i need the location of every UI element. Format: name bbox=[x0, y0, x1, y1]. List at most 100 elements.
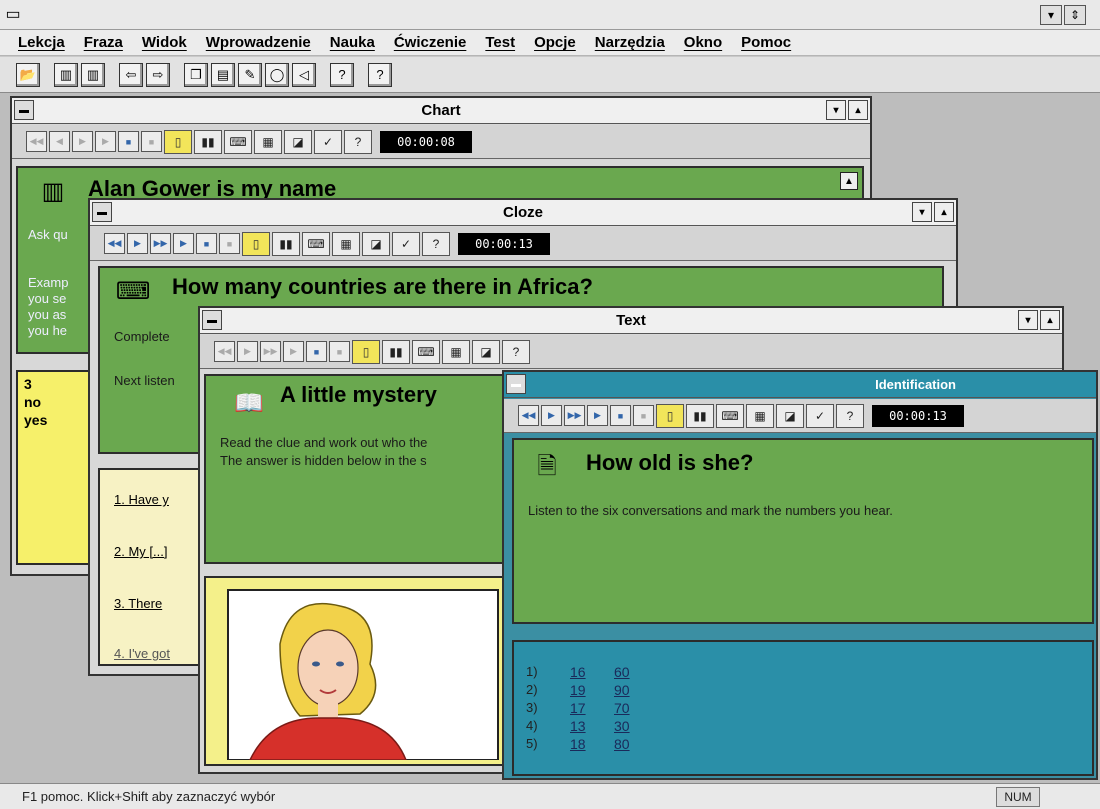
check-icon[interactable]: ✓ bbox=[314, 129, 342, 154]
play-icon[interactable]: ▶ bbox=[283, 341, 304, 362]
hint-icon[interactable]: ? bbox=[422, 231, 450, 256]
menu-widok[interactable]: Widok bbox=[142, 34, 187, 51]
split-icon[interactable]: ▮▮ bbox=[272, 231, 300, 256]
number-option-30[interactable]: 30 bbox=[614, 718, 630, 734]
next-icon[interactable]: ▶▶ bbox=[260, 341, 281, 362]
play-icon[interactable]: ▶ bbox=[173, 233, 194, 254]
number-option-80[interactable]: 80 bbox=[614, 736, 630, 752]
system-menu-icon[interactable]: ▭ bbox=[2, 4, 24, 24]
stop-icon[interactable]: ■ bbox=[306, 341, 327, 362]
book-icon[interactable]: ▥ bbox=[54, 62, 78, 87]
minimize-button[interactable]: ▾ bbox=[1040, 5, 1062, 25]
rewind-icon[interactable]: ◀◀ bbox=[26, 131, 47, 152]
book-open-icon[interactable]: ▥ bbox=[81, 62, 105, 87]
grid-icon[interactable]: ▦ bbox=[332, 231, 360, 256]
pause-icon[interactable]: ■ bbox=[141, 131, 162, 152]
restore-button[interactable]: ⇕ bbox=[1064, 5, 1086, 25]
grid-icon[interactable]: ▦ bbox=[442, 339, 470, 364]
next-icon[interactable]: ▶▶ bbox=[564, 405, 585, 426]
notes-icon[interactable]: ▤ bbox=[211, 62, 235, 87]
text-minimize-button[interactable]: ▾ bbox=[1018, 310, 1038, 330]
menu-nauka[interactable]: Nauka bbox=[330, 34, 375, 51]
back-icon[interactable]: ⇦ bbox=[119, 62, 143, 87]
pause-icon[interactable]: ■ bbox=[329, 341, 350, 362]
next-icon[interactable]: ▶▶ bbox=[150, 233, 171, 254]
cloze-item-2[interactable]: 2. My [...] bbox=[114, 544, 167, 559]
number-option-90[interactable]: 90 bbox=[614, 682, 630, 698]
eraser-icon[interactable]: ◪ bbox=[362, 231, 390, 256]
prev-icon[interactable]: ▶ bbox=[127, 233, 148, 254]
cloze-item-4[interactable]: 4. I've got bbox=[114, 646, 170, 661]
text-system-icon[interactable]: ▬ bbox=[202, 310, 222, 330]
menu-opcje[interactable]: Opcje bbox=[534, 34, 576, 51]
speaker-icon[interactable]: ◁ bbox=[292, 62, 316, 87]
copy-icon[interactable]: ❐ bbox=[184, 62, 208, 87]
panel-icon[interactable]: ▯ bbox=[656, 403, 684, 428]
eraser-icon[interactable]: ◪ bbox=[284, 129, 312, 154]
rewind-icon[interactable]: ◀◀ bbox=[104, 233, 125, 254]
play-icon[interactable]: ▶ bbox=[95, 131, 116, 152]
rewind-icon[interactable]: ◀◀ bbox=[518, 405, 539, 426]
eraser-icon[interactable]: ◪ bbox=[472, 339, 500, 364]
next-icon[interactable]: ▶ bbox=[72, 131, 93, 152]
open-folder-icon[interactable]: 📂 bbox=[16, 62, 40, 87]
pen-icon[interactable]: ✎ bbox=[238, 62, 262, 87]
menu-narzedzia[interactable]: Narzędzia bbox=[595, 34, 665, 51]
split-icon[interactable]: ▮▮ bbox=[194, 129, 222, 154]
pause-icon[interactable]: ■ bbox=[633, 405, 654, 426]
check-icon[interactable]: ✓ bbox=[392, 231, 420, 256]
menu-cwiczenie[interactable]: Ćwiczenie bbox=[394, 34, 467, 51]
pause-icon[interactable]: ■ bbox=[219, 233, 240, 254]
prev-icon[interactable]: ▶ bbox=[541, 405, 562, 426]
chart-maximize-button[interactable]: ▴ bbox=[848, 100, 868, 120]
number-option-19[interactable]: 19 bbox=[570, 682, 586, 698]
cloze-item-1[interactable]: 1. Have y bbox=[114, 492, 169, 507]
keyboard-icon[interactable]: ⌨ bbox=[224, 129, 252, 154]
keyboard-icon[interactable]: ⌨ bbox=[412, 339, 440, 364]
number-option-16[interactable]: 16 bbox=[570, 664, 586, 680]
prev-icon[interactable]: ◀ bbox=[49, 131, 70, 152]
forward-icon[interactable]: ⇨ bbox=[146, 62, 170, 87]
menu-okno[interactable]: Okno bbox=[684, 34, 722, 51]
grid-icon[interactable]: ▦ bbox=[254, 129, 282, 154]
context-help-icon[interactable]: ? bbox=[368, 62, 392, 87]
menu-test[interactable]: Test bbox=[485, 34, 515, 51]
menu-wprowadzenie[interactable]: Wprowadzenie bbox=[206, 34, 311, 51]
prev-icon[interactable]: ▶ bbox=[237, 341, 258, 362]
stop-icon[interactable]: ■ bbox=[610, 405, 631, 426]
chart-scroll-up-icon[interactable]: ▲ bbox=[840, 172, 858, 190]
cloze-item-3[interactable]: 3. There bbox=[114, 596, 162, 611]
cloze-system-icon[interactable]: ▬ bbox=[92, 202, 112, 222]
identification-system-icon[interactable]: ▬ bbox=[506, 374, 526, 394]
panel-icon[interactable]: ▯ bbox=[242, 231, 270, 256]
split-icon[interactable]: ▮▮ bbox=[686, 403, 714, 428]
number-option-70[interactable]: 70 bbox=[614, 700, 630, 716]
play-icon[interactable]: ▶ bbox=[587, 405, 608, 426]
chart-minimize-button[interactable]: ▾ bbox=[826, 100, 846, 120]
menu-lekcja[interactable]: Lekcja bbox=[18, 34, 65, 51]
hint-icon[interactable]: ? bbox=[836, 403, 864, 428]
cloze-maximize-button[interactable]: ▴ bbox=[934, 202, 954, 222]
panel-icon[interactable]: ▯ bbox=[164, 129, 192, 154]
number-option-17[interactable]: 17 bbox=[570, 700, 586, 716]
keyboard-icon[interactable]: ⌨ bbox=[302, 231, 330, 256]
stop-icon[interactable]: ■ bbox=[118, 131, 139, 152]
hint-icon[interactable]: ? bbox=[344, 129, 372, 154]
split-icon[interactable]: ▮▮ bbox=[382, 339, 410, 364]
check-icon[interactable]: ✓ bbox=[806, 403, 834, 428]
stop-icon[interactable]: ■ bbox=[196, 233, 217, 254]
menu-fraza[interactable]: Fraza bbox=[84, 34, 123, 51]
menu-pomoc[interactable]: Pomoc bbox=[741, 34, 791, 51]
chart-system-icon[interactable]: ▬ bbox=[14, 100, 34, 120]
keyboard-icon[interactable]: ⌨ bbox=[716, 403, 744, 428]
eraser-icon[interactable]: ◪ bbox=[776, 403, 804, 428]
mic-icon[interactable]: ◯ bbox=[265, 62, 289, 87]
cloze-minimize-button[interactable]: ▾ bbox=[912, 202, 932, 222]
number-option-13[interactable]: 13 bbox=[570, 718, 586, 734]
text-maximize-button[interactable]: ▴ bbox=[1040, 310, 1060, 330]
hint-icon[interactable]: ? bbox=[502, 339, 530, 364]
number-option-60[interactable]: 60 bbox=[614, 664, 630, 680]
grid-icon[interactable]: ▦ bbox=[746, 403, 774, 428]
number-option-18[interactable]: 18 bbox=[570, 736, 586, 752]
rewind-icon[interactable]: ◀◀ bbox=[214, 341, 235, 362]
